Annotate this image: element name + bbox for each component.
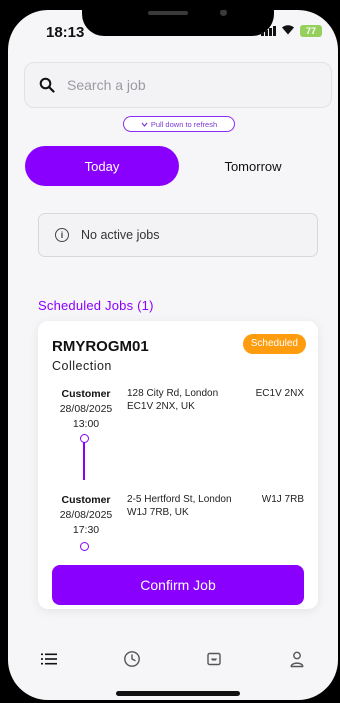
stop-2-address: 2-5 Hertford St, London W1J 7RB, UK	[127, 494, 232, 518]
timeline-end-dot	[79, 542, 89, 551]
home-indicator	[116, 691, 240, 696]
clock-icon	[123, 651, 140, 667]
job-code: RMYROGM01	[52, 338, 149, 355]
scheduled-jobs-title: Scheduled Jobs (1)	[38, 298, 154, 313]
bottom-nav	[8, 644, 338, 674]
stop-2-role: Customer	[61, 494, 111, 506]
stop-1-address: 128 City Rd, London EC1V 2NX, UK	[127, 388, 219, 412]
stop-1-postcode: EC1V 2NX	[255, 388, 304, 399]
job-type: Collection	[52, 359, 112, 373]
status-badge: Scheduled	[242, 334, 306, 354]
tab-today[interactable]: Today	[25, 146, 179, 186]
stop-1-info: Customer 28/08/2025 13:00	[46, 387, 126, 432]
nav-history[interactable]	[112, 644, 152, 674]
notch	[82, 10, 274, 36]
confirm-job-button[interactable]: Confirm Job	[52, 565, 304, 605]
stop-1-role: Customer	[61, 388, 111, 400]
notice-text: No active jobs	[81, 228, 160, 242]
phone-screen: 18:13 77 Pull down to refresh Today Tomo…	[8, 10, 338, 700]
search-bar[interactable]	[24, 62, 332, 108]
search-input[interactable]	[67, 77, 307, 93]
stop-1-time: 13:00	[72, 418, 100, 430]
search-icon	[39, 77, 55, 93]
battery-icon: 77	[300, 25, 322, 37]
status-time: 18:13	[46, 24, 85, 41]
stop-2-info: Customer 28/08/2025 17:30	[46, 493, 126, 538]
status-icons: 77	[261, 24, 322, 38]
nav-profile[interactable]	[277, 644, 317, 674]
stop-2-postcode: W1J 7RB	[261, 494, 304, 505]
timeline-line	[83, 442, 85, 480]
signal-icon	[261, 26, 276, 36]
refresh-hint-label: Pull down to refresh	[150, 119, 218, 129]
wifi-icon	[281, 24, 295, 38]
inbox-icon	[207, 652, 221, 666]
day-tabs: Today Tomorrow	[25, 146, 321, 186]
job-card[interactable]: RMYROGM01 Collection Scheduled Customer …	[38, 321, 318, 609]
tab-tomorrow[interactable]: Tomorrow	[185, 146, 321, 186]
list-icon	[41, 653, 58, 665]
chevron-down-icon	[141, 122, 148, 127]
refresh-hint: Pull down to refresh	[123, 116, 235, 132]
stop-2-date: 28/08/2025	[59, 509, 113, 521]
nav-inbox[interactable]	[194, 644, 234, 674]
profile-icon	[290, 651, 304, 668]
no-active-jobs-notice: i No active jobs	[38, 213, 318, 257]
info-icon: i	[55, 228, 69, 242]
stop-1-date: 28/08/2025	[59, 403, 113, 415]
nav-jobs[interactable]	[29, 644, 69, 674]
stop-2-time: 17:30	[72, 524, 100, 536]
